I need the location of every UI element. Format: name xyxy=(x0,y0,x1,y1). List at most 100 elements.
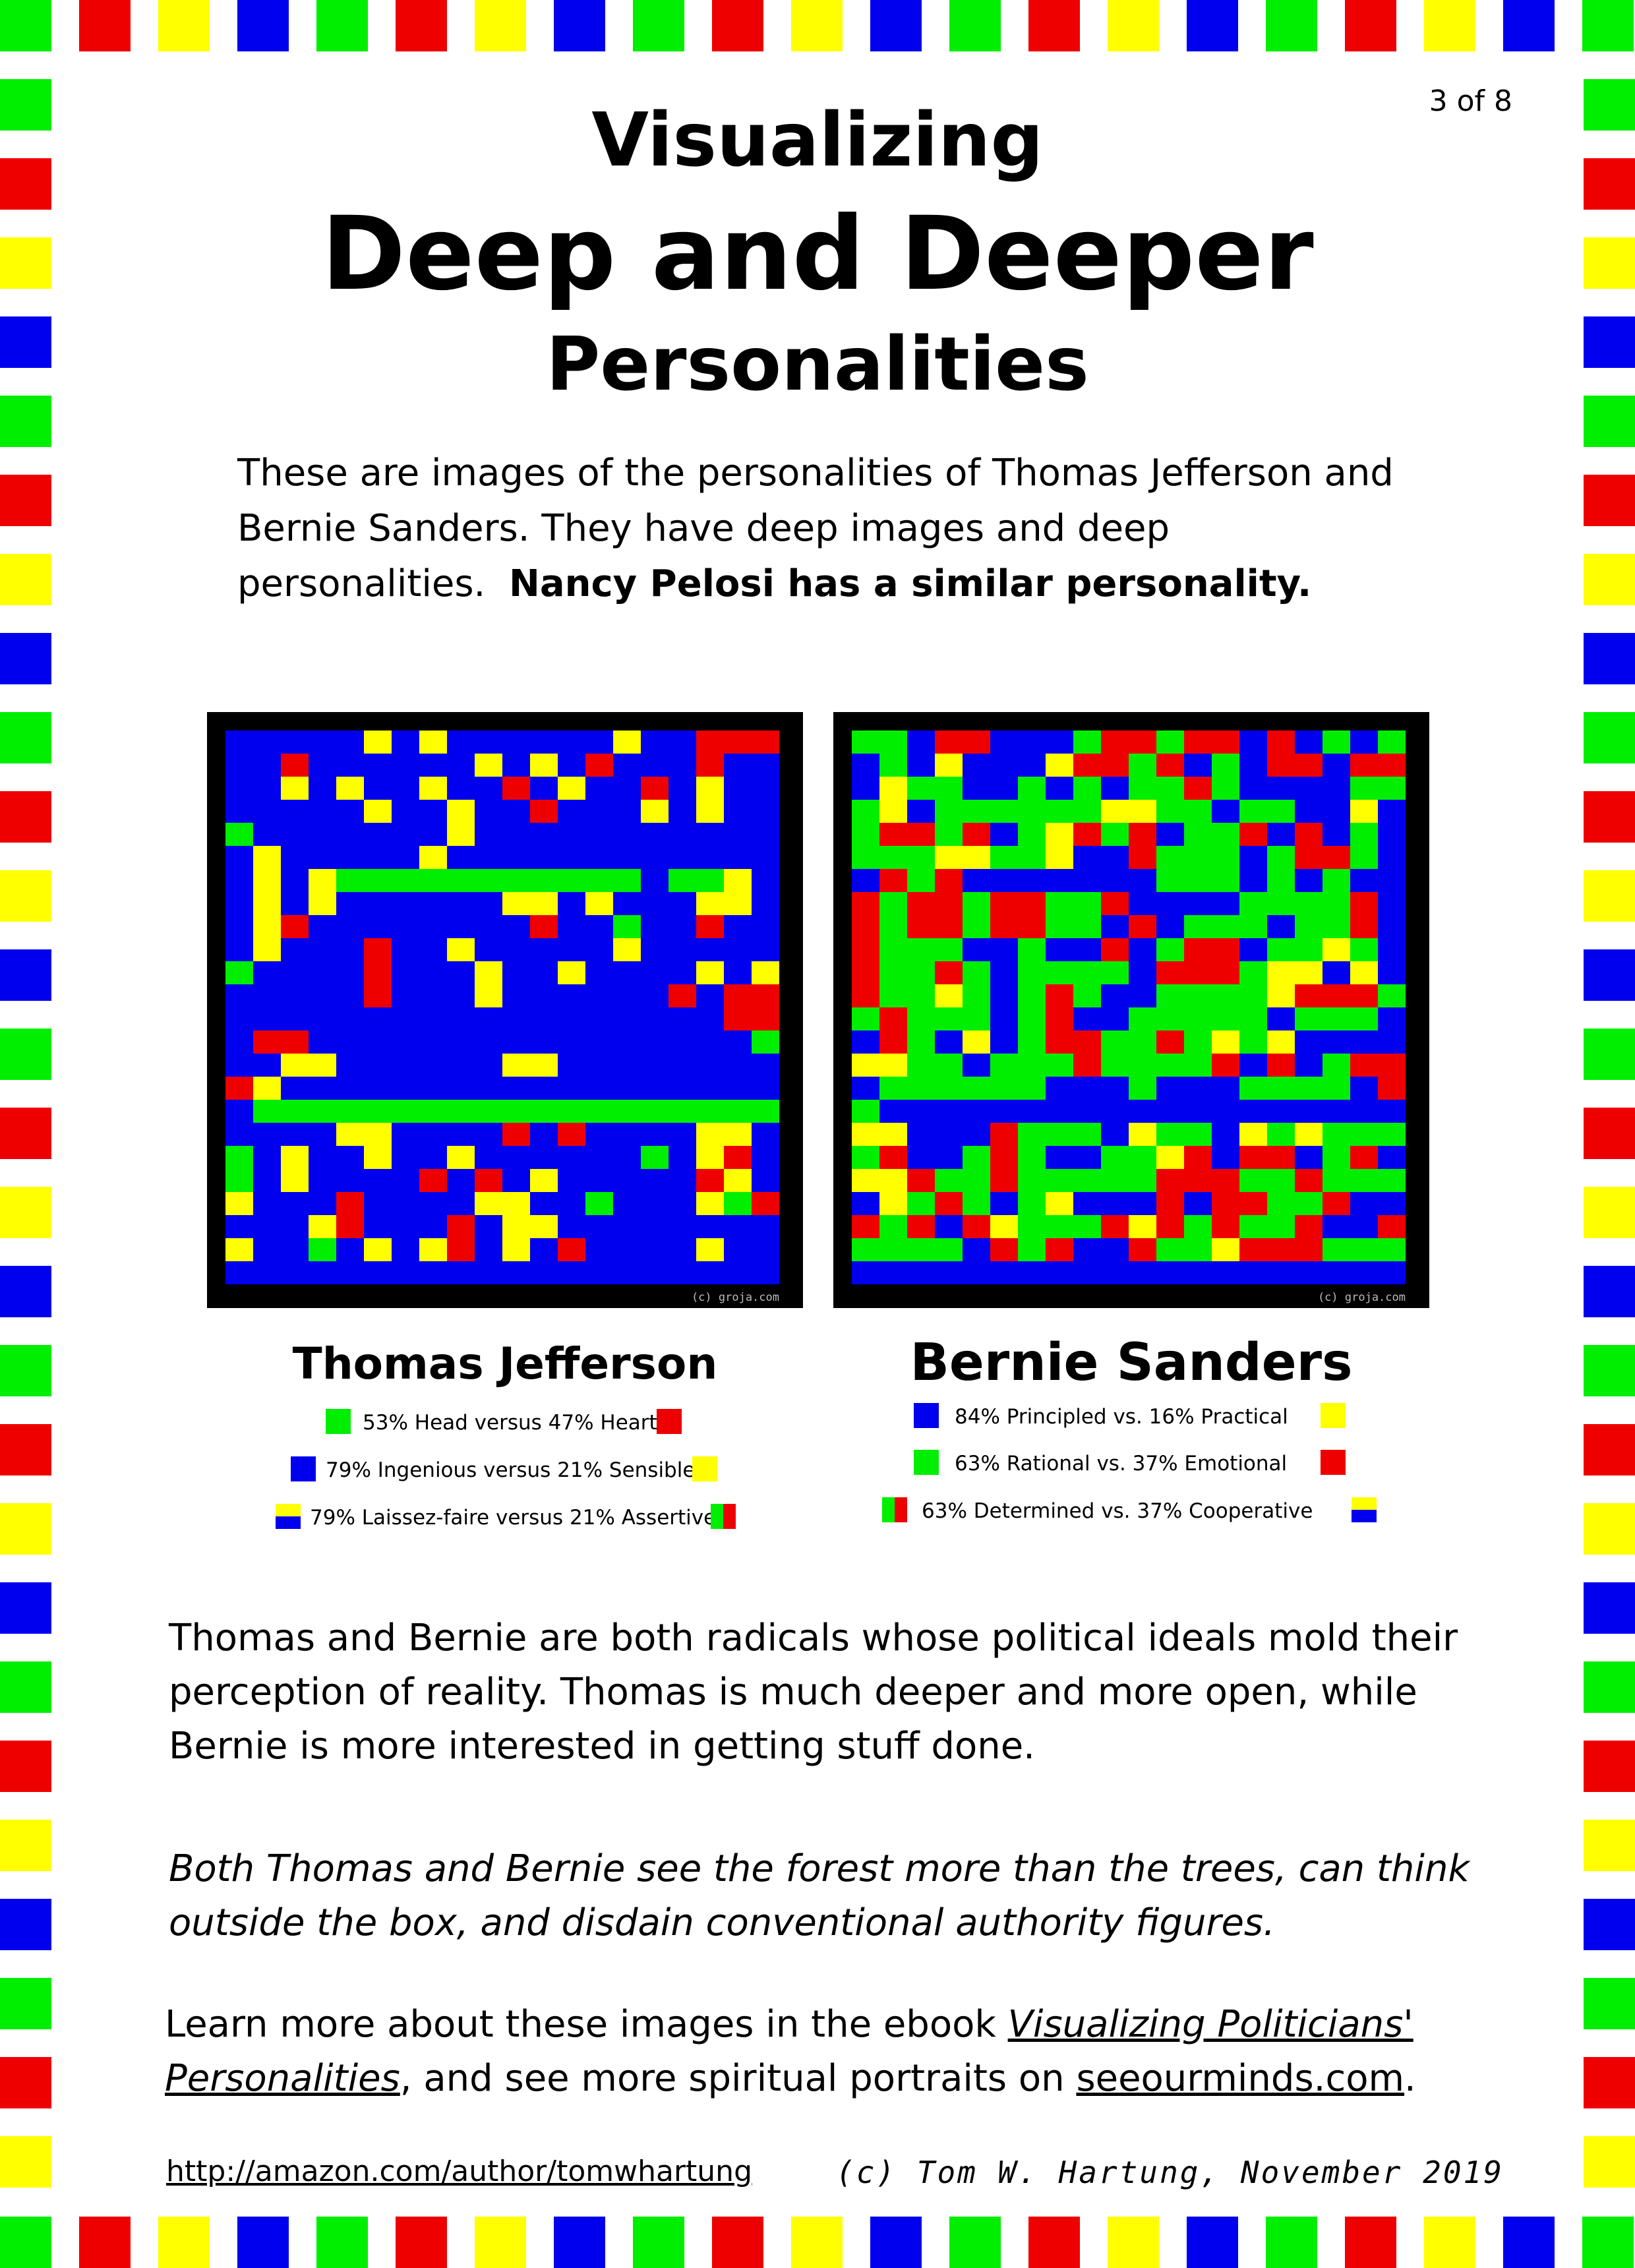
sanders-portrait-cell xyxy=(1129,1077,1156,1100)
jefferson-portrait-cell xyxy=(669,915,696,938)
sanders-portrait-cell xyxy=(963,938,990,961)
sanders-portrait-cell xyxy=(1212,1007,1239,1030)
sanders-portrait-cell xyxy=(1239,754,1267,777)
sanders-portrait-cell xyxy=(1295,892,1323,915)
sanders-portrait-cell xyxy=(1267,777,1295,800)
jefferson-portrait-cell xyxy=(309,1030,336,1054)
jefferson-portrait-cell xyxy=(502,754,530,777)
border-square xyxy=(1266,0,1317,51)
sanders-portrait-cell xyxy=(1323,915,1350,938)
jefferson-portrait-cell xyxy=(419,1261,447,1284)
sanders-portrait-cell xyxy=(1156,1215,1184,1238)
border-square xyxy=(0,1820,51,1871)
jefferson-portrait-cell xyxy=(613,1030,641,1054)
sanders-portrait-cell xyxy=(1212,1030,1239,1054)
border-square xyxy=(870,0,922,51)
sanders-portrait-cell xyxy=(1378,1146,1406,1169)
jefferson-portrait-cell xyxy=(724,915,752,938)
jefferson-portrait-cell xyxy=(558,800,585,823)
border-square xyxy=(1345,2217,1396,2268)
jefferson-portrait-cell xyxy=(475,1146,502,1169)
jefferson-portrait-cell xyxy=(724,777,752,800)
jefferson-portrait-cell xyxy=(724,846,752,869)
sanders-portrait-cell xyxy=(852,1030,879,1054)
sanders-portrait-cell xyxy=(1073,1054,1101,1077)
sanders-portrait-cell xyxy=(1295,984,1323,1007)
jefferson-portrait-cell xyxy=(364,1238,392,1261)
sanders-portrait-cell xyxy=(1239,1077,1267,1100)
sanders-portrait-cell xyxy=(1046,1030,1073,1054)
jefferson-portrait-cell xyxy=(364,1030,392,1054)
jefferson-portrait-cell xyxy=(225,1146,253,1169)
jefferson-portrait-cell xyxy=(558,892,585,915)
jefferson-portrait-cell xyxy=(502,1007,530,1030)
jefferson-portrait-cell xyxy=(530,938,558,961)
sanders-portrait-cell xyxy=(963,1169,990,1192)
shared-traits-paragraph: Both Thomas and Bernie see the forest mo… xyxy=(169,1847,1470,1944)
sanders-portrait-cell xyxy=(879,777,907,800)
sanders-portrait-cell xyxy=(990,754,1018,777)
jefferson-portrait-cell xyxy=(447,754,475,777)
sanders-portrait-cell xyxy=(907,800,935,823)
jefferson-portrait-cell xyxy=(530,1169,558,1192)
jefferson-portrait-cell xyxy=(752,823,779,846)
sanders-portrait-cell xyxy=(1350,1238,1378,1261)
sanders-portrait-cell xyxy=(1323,1261,1350,1284)
border-square xyxy=(1584,1108,1635,1159)
sanders-portrait-cell xyxy=(1101,1077,1129,1100)
jefferson-portrait-cell xyxy=(669,1007,696,1030)
jefferson-portrait-cell xyxy=(669,1238,696,1261)
sanders-portrait-cell xyxy=(1378,961,1406,984)
jefferson-portrait-cell xyxy=(336,1238,364,1261)
jefferson-portrait-watermark: (c) groja.com xyxy=(691,1291,779,1304)
amazon-author-link[interactable]: http://amazon.com/author/tomwhartung xyxy=(166,2155,752,2188)
jefferson-portrait-cell xyxy=(558,1169,585,1192)
sanders-portrait-cell xyxy=(1046,1261,1073,1284)
sanders-portrait-cell xyxy=(1018,892,1046,915)
jefferson-portrait-cell xyxy=(336,892,364,915)
jefferson-portrait-cell xyxy=(419,754,447,777)
jefferson-portrait-cell xyxy=(392,1215,419,1238)
jefferson-portrait-cell xyxy=(613,754,641,777)
jefferson-portrait-cell xyxy=(558,984,585,1007)
sanders-portrait-cell xyxy=(1350,846,1378,869)
sanders-portrait-cell xyxy=(1378,915,1406,938)
sanders-portrait-cell xyxy=(1350,1054,1378,1077)
sanders-portrait-cell xyxy=(1212,1123,1239,1146)
jefferson-portrait-cell xyxy=(696,846,724,869)
jefferson-portrait-cell xyxy=(641,846,669,869)
jefferson-portrait-cell xyxy=(419,915,447,938)
sanders-portrait-cell xyxy=(990,1146,1018,1169)
sanders-portrait-cell xyxy=(907,938,935,961)
jefferson-portrait-cell xyxy=(392,800,419,823)
sanders-portrait-cell xyxy=(1046,984,1073,1007)
jefferson-portrait-cell xyxy=(447,1146,475,1169)
sanders-portrait-cell xyxy=(963,892,990,915)
sanders-portrait-cell xyxy=(1129,754,1156,777)
sanders-portrait-cell xyxy=(852,1146,879,1169)
jefferson-portrait-cell xyxy=(558,1030,585,1054)
jefferson-portrait-cell xyxy=(309,1261,336,1284)
seeourminds-link[interactable]: seeourminds.com xyxy=(1076,2057,1404,2100)
jefferson-portrait-cell xyxy=(309,1169,336,1192)
sanders-portrait-cell xyxy=(1046,823,1073,846)
jefferson-portrait-cell xyxy=(558,1007,585,1030)
jefferson-portrait-cell xyxy=(641,1146,669,1169)
sanders-portrait-cell xyxy=(963,1238,990,1261)
sanders-portrait-cell xyxy=(1101,777,1129,800)
jefferson-portrait-cell xyxy=(502,800,530,823)
jefferson-portrait-cell xyxy=(447,800,475,823)
sanders-portrait-cell xyxy=(1267,1054,1295,1077)
sanders-portrait-cell xyxy=(1323,1030,1350,1054)
jefferson-portrait-cell xyxy=(669,1077,696,1100)
jefferson-portrait-cell xyxy=(530,1054,558,1077)
sanders-portrait-cell xyxy=(1018,731,1046,754)
sanders-portrait-cell xyxy=(1323,846,1350,869)
jefferson-portrait-cell xyxy=(502,823,530,846)
jefferson-portrait-cell xyxy=(696,869,724,892)
jefferson-portrait-cell xyxy=(530,1215,558,1238)
jefferson-portrait-cell xyxy=(669,1192,696,1215)
border-square xyxy=(1584,554,1635,605)
sanders-portrait-cell xyxy=(1323,1077,1350,1100)
jefferson-portrait-cell xyxy=(669,869,696,892)
